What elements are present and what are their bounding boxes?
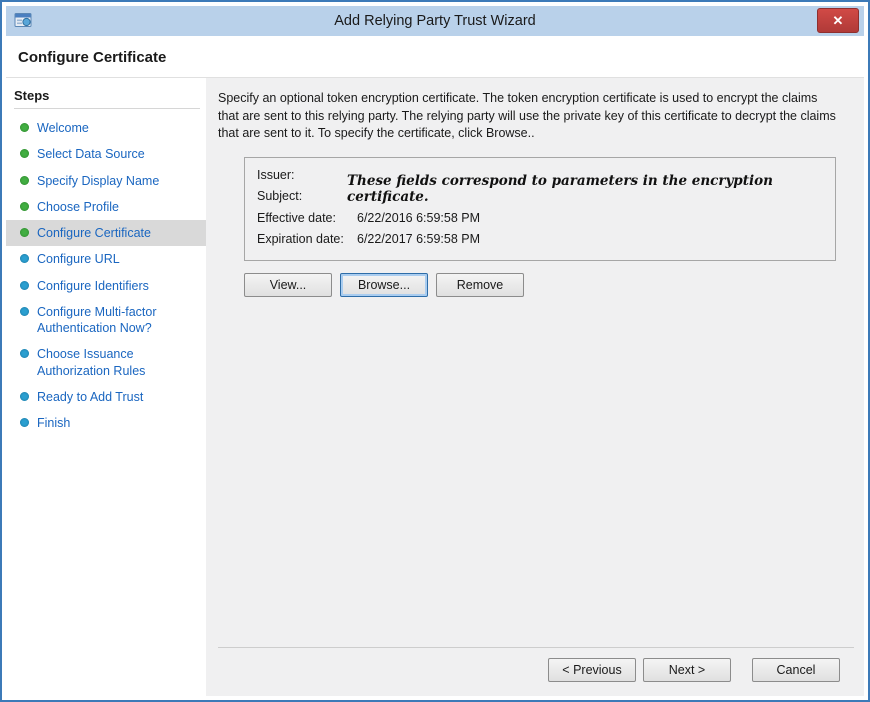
page-header: Configure Certificate — [6, 36, 864, 78]
step-label: Select Data Source — [37, 146, 145, 162]
step-item-configure-identifiers: Configure Identifiers — [6, 273, 206, 299]
step-pending-dot — [20, 254, 29, 263]
subject-label: Subject: — [257, 186, 357, 208]
content-area: Specify an optional token encryption cer… — [206, 78, 864, 647]
close-button[interactable]: ✕ — [817, 8, 859, 33]
page-title: Configure Certificate — [18, 49, 852, 66]
step-label: Configure URL — [37, 251, 120, 267]
annotation-note: These fields correspond to parameters in… — [347, 173, 825, 205]
certificate-buttons: View... Browse... Remove — [244, 273, 848, 297]
step-pending-dot — [20, 392, 29, 401]
previous-button[interactable]: < Previous — [548, 658, 636, 682]
window-title: Add Relying Party Trust Wizard — [334, 13, 535, 29]
step-item-finish: Finish — [6, 410, 206, 436]
effective-date-row: Effective date: 6/22/2016 6:59:58 PM — [257, 208, 823, 230]
cancel-button[interactable]: Cancel — [752, 658, 840, 682]
footer-bar: < Previous Next > Cancel — [218, 647, 854, 696]
step-done-dot — [20, 202, 29, 211]
step-item-configure-url: Configure URL — [6, 246, 206, 272]
next-button[interactable]: Next > — [643, 658, 731, 682]
description-text: Specify an optional token encryption cer… — [218, 90, 838, 143]
step-done-dot — [20, 149, 29, 158]
titlebar: Add Relying Party Trust Wizard ✕ — [6, 6, 864, 36]
step-label: Specify Display Name — [37, 173, 159, 189]
view-button[interactable]: View... — [244, 273, 332, 297]
step-pending-dot — [20, 307, 29, 316]
step-item-select-data-source: Select Data Source — [6, 141, 206, 167]
step-done-dot — [20, 176, 29, 185]
steps-sidebar: Steps Welcome Select Data Source Specify D… — [6, 78, 206, 696]
step-label: Finish — [37, 415, 70, 431]
step-item-configure-multi-factor-authentication-now: Configure Multi-factor Authentication No… — [6, 299, 206, 342]
app-icon — [14, 11, 32, 29]
step-item-ready-to-add-trust: Ready to Add Trust — [6, 384, 206, 410]
wizard-body: Steps Welcome Select Data Source Specify D… — [6, 78, 864, 696]
step-label: Configure Identifiers — [37, 278, 149, 294]
step-label: Configure Multi-factor Authentication No… — [37, 304, 198, 337]
step-item-choose-profile: Choose Profile — [6, 194, 206, 220]
step-pending-dot — [20, 349, 29, 358]
expiration-date-value: 6/22/2017 6:59:58 PM — [357, 229, 480, 251]
step-label: Choose Profile — [37, 199, 119, 215]
issuer-label: Issuer: — [257, 165, 357, 187]
step-done-dot — [20, 228, 29, 237]
browse-button[interactable]: Browse... — [340, 273, 428, 297]
effective-date-label: Effective date: — [257, 208, 357, 230]
wizard-window: Add Relying Party Trust Wizard ✕ Configu… — [0, 0, 870, 702]
step-item-choose-issuance-authorization-rules: Choose Issuance Authorization Rules — [6, 341, 206, 384]
expiration-date-label: Expiration date: — [257, 229, 357, 251]
step-item-welcome: Welcome — [6, 115, 206, 141]
step-pending-dot — [20, 281, 29, 290]
effective-date-value: 6/22/2016 6:59:58 PM — [357, 208, 480, 230]
steps-list: Welcome Select Data Source Specify Display… — [6, 115, 206, 436]
step-pending-dot — [20, 418, 29, 427]
certificate-box: Issuer: Subject: Effective date: 6/22/20… — [244, 157, 836, 261]
step-label: Welcome — [37, 120, 89, 136]
step-label: Ready to Add Trust — [37, 389, 143, 405]
step-label: Configure Certificate — [37, 225, 151, 241]
expiration-date-row: Expiration date: 6/22/2017 6:59:58 PM — [257, 229, 823, 251]
step-label: Choose Issuance Authorization Rules — [37, 346, 198, 379]
step-item-specify-display-name: Specify Display Name — [6, 168, 206, 194]
close-icon: ✕ — [833, 13, 844, 28]
steps-heading: Steps — [14, 88, 200, 109]
content-column: Specify an optional token encryption cer… — [206, 78, 864, 696]
remove-button[interactable]: Remove — [436, 273, 524, 297]
step-item-configure-certificate: Configure Certificate — [6, 220, 206, 246]
step-done-dot — [20, 123, 29, 132]
